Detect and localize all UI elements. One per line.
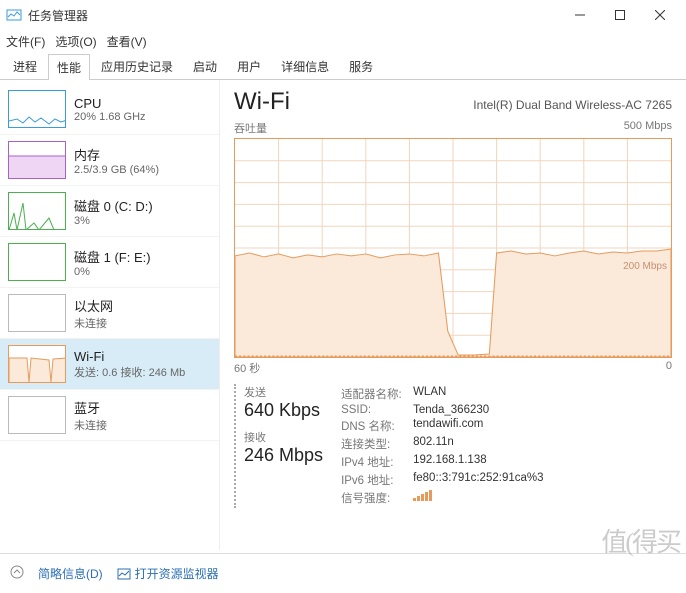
details-block: 适配器名称:WLAN SSID:Tenda_366230 DNS 名称:tend… bbox=[341, 384, 543, 508]
content-area: CPU20% 1.68 GHz 内存2.5/3.9 GB (64%) 磁盘 0 … bbox=[0, 80, 686, 550]
disk0-thumb bbox=[8, 192, 66, 230]
open-resmon-link[interactable]: 打开资源监视器 bbox=[117, 565, 219, 582]
send-label: 发送 bbox=[244, 384, 323, 400]
fewer-details-link[interactable]: 简略信息(D) bbox=[38, 565, 103, 582]
v-conn: 802.11n bbox=[413, 436, 454, 452]
sidebar-item-disk1[interactable]: 磁盘 1 (F: E:)0% bbox=[0, 237, 219, 288]
k-adapter: 适配器名称: bbox=[341, 386, 413, 402]
chart-xright: 0 bbox=[666, 360, 672, 376]
sidebar-item-wifi[interactable]: Wi-Fi发送: 0.6 接收: 246 Mb bbox=[0, 339, 219, 390]
k-ipv6: IPv6 地址: bbox=[341, 472, 413, 488]
menu-file[interactable]: 文件(F) bbox=[6, 33, 45, 50]
bluetooth-thumb bbox=[8, 396, 66, 434]
chart-xleft: 60 秒 bbox=[234, 360, 260, 376]
memory-label: 内存 bbox=[74, 145, 159, 164]
memory-thumb bbox=[8, 141, 66, 179]
watermark: 值(得买 bbox=[601, 522, 680, 559]
ethernet-thumb bbox=[8, 294, 66, 332]
close-button[interactable] bbox=[640, 0, 680, 30]
k-ssid: SSID: bbox=[341, 404, 413, 416]
ethernet-label: 以太网 bbox=[74, 296, 113, 315]
bluetooth-label: 蓝牙 bbox=[74, 398, 107, 417]
resmon-label: 打开资源监视器 bbox=[135, 565, 219, 582]
tab-startup[interactable]: 启动 bbox=[184, 53, 226, 79]
wifi-label: Wi-Fi bbox=[74, 349, 185, 364]
v-ipv4: 192.168.1.138 bbox=[413, 454, 487, 470]
tab-performance[interactable]: 性能 bbox=[48, 54, 90, 80]
k-conn: 连接类型: bbox=[341, 436, 413, 452]
sidebar-item-bluetooth[interactable]: 蓝牙未连接 bbox=[0, 390, 219, 441]
sidebar-item-disk0[interactable]: 磁盘 0 (C: D:)3% bbox=[0, 186, 219, 237]
page-title: Wi-Fi bbox=[234, 88, 290, 116]
v-ssid: Tenda_366230 bbox=[413, 404, 489, 416]
cpu-label: CPU bbox=[74, 96, 146, 111]
v-adapter: WLAN bbox=[413, 386, 446, 402]
disk0-sub: 3% bbox=[74, 215, 153, 227]
bluetooth-sub: 未连接 bbox=[74, 417, 107, 433]
sidebar-item-memory[interactable]: 内存2.5/3.9 GB (64%) bbox=[0, 135, 219, 186]
chart-ymax: 500 Mbps bbox=[624, 120, 672, 136]
recv-value: 246 Mbps bbox=[244, 445, 323, 466]
v-ipv6: fe80::3:791c:252:91ca%3 bbox=[413, 472, 543, 488]
minimize-button[interactable] bbox=[560, 0, 600, 30]
menu-view[interactable]: 查看(V) bbox=[107, 33, 147, 50]
sidebar: CPU20% 1.68 GHz 内存2.5/3.9 GB (64%) 磁盘 0 … bbox=[0, 80, 220, 550]
wifi-thumb bbox=[8, 345, 66, 383]
stats-block: 发送 640 Kbps 接收 246 Mbps 适配器名称:WLAN SSID:… bbox=[234, 384, 672, 508]
ethernet-sub: 未连接 bbox=[74, 315, 113, 331]
maximize-button[interactable] bbox=[600, 0, 640, 30]
k-dns: DNS 名称: bbox=[341, 418, 413, 434]
throughput-chart: 200 Mbps bbox=[234, 138, 672, 358]
v-dns: tendawifi.com bbox=[413, 418, 483, 434]
memory-sub: 2.5/3.9 GB (64%) bbox=[74, 164, 159, 176]
adapter-name: Intel(R) Dual Band Wireless-AC 7265 bbox=[473, 98, 672, 112]
k-ipv4: IPv4 地址: bbox=[341, 454, 413, 470]
sidebar-item-ethernet[interactable]: 以太网未连接 bbox=[0, 288, 219, 339]
k-signal: 信号强度: bbox=[341, 490, 413, 506]
ref-200-label: 200 Mbps bbox=[623, 261, 667, 272]
tab-bar: 进程 性能 应用历史记录 启动 用户 详细信息 服务 bbox=[0, 52, 686, 80]
tab-users[interactable]: 用户 bbox=[228, 53, 270, 79]
cpu-thumb bbox=[8, 90, 66, 128]
resmon-icon bbox=[117, 567, 131, 581]
tab-processes[interactable]: 进程 bbox=[4, 53, 46, 79]
tab-details[interactable]: 详细信息 bbox=[272, 53, 338, 79]
window-title: 任务管理器 bbox=[28, 7, 560, 24]
menu-bar: 文件(F) 选项(O) 查看(V) bbox=[0, 30, 686, 52]
signal-bars-icon bbox=[413, 490, 432, 501]
disk1-sub: 0% bbox=[74, 266, 151, 278]
tab-services[interactable]: 服务 bbox=[340, 53, 382, 79]
main-panel: Wi-Fi Intel(R) Dual Band Wireless-AC 726… bbox=[220, 80, 686, 550]
recv-label: 接收 bbox=[244, 429, 323, 445]
disk1-thumb bbox=[8, 243, 66, 281]
sidebar-item-cpu[interactable]: CPU20% 1.68 GHz bbox=[0, 84, 219, 135]
tab-app-history[interactable]: 应用历史记录 bbox=[92, 53, 182, 79]
chart-ylabel: 吞吐量 bbox=[234, 120, 267, 136]
chevron-up-icon[interactable] bbox=[10, 565, 24, 582]
disk1-label: 磁盘 1 (F: E:) bbox=[74, 247, 151, 266]
wifi-sub: 发送: 0.6 接收: 246 Mb bbox=[74, 364, 185, 380]
disk0-label: 磁盘 0 (C: D:) bbox=[74, 196, 153, 215]
footer-bar: 简略信息(D) 打开资源监视器 bbox=[0, 553, 686, 593]
menu-options[interactable]: 选项(O) bbox=[55, 33, 96, 50]
title-bar: 任务管理器 bbox=[0, 0, 686, 30]
app-icon bbox=[6, 7, 22, 23]
send-value: 640 Kbps bbox=[244, 400, 323, 421]
cpu-sub: 20% 1.68 GHz bbox=[74, 111, 146, 123]
